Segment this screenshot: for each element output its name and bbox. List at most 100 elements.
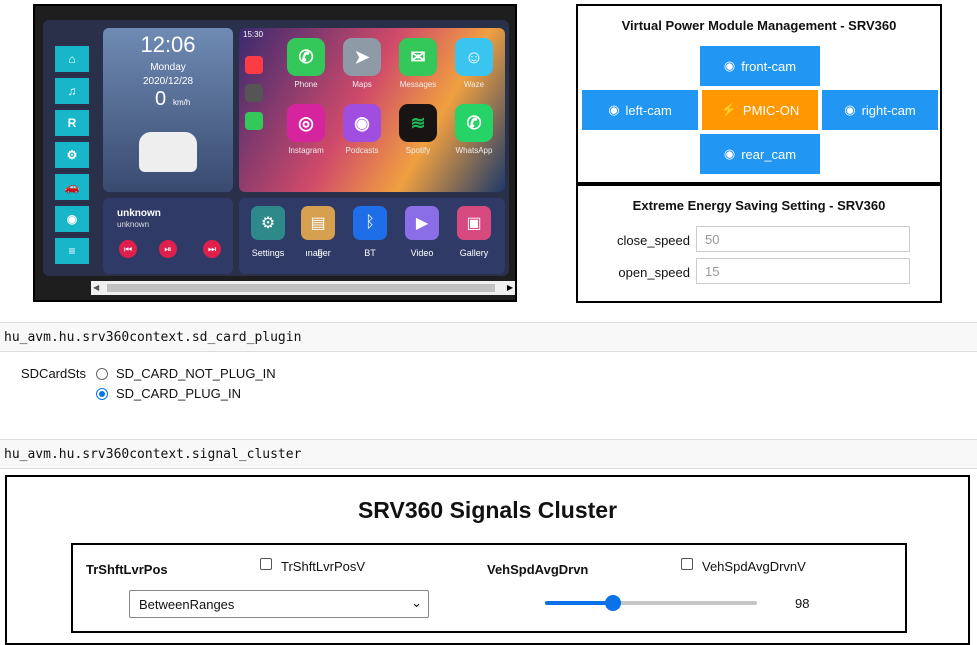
prev-icon[interactable]: ⏮: [119, 240, 137, 258]
camera-icon: ◉: [723, 58, 736, 73]
home-icon[interactable]: ⌂: [55, 46, 89, 72]
trshft-v-label[interactable]: TrShftLvrPosV: [281, 559, 365, 574]
front-cam-label: front-cam: [741, 58, 797, 74]
chevron-down-icon: ⌄: [411, 595, 422, 610]
mini-phone-icon: [245, 112, 263, 130]
menu-icon[interactable]: ≡: [55, 238, 89, 264]
veh-v-checkbox[interactable]: [681, 558, 693, 570]
left-cam-label: left-cam: [625, 102, 672, 118]
energy-title: Extreme Energy Saving Setting - SRV360: [632, 198, 886, 213]
clock: 12:06: [140, 32, 196, 57]
camera-icon[interactable]: ◉: [55, 206, 89, 232]
signal-cluster-panel: SRV360 Signals Cluster TrShftLvrPos TrSh…: [5, 475, 970, 645]
veh-v-label[interactable]: VehSpdAvgDrvnV: [702, 559, 806, 574]
music-icon[interactable]: ♫: [55, 78, 89, 104]
instagram-icon[interactable]: ◎: [287, 104, 325, 142]
messages-icon[interactable]: ✉: [399, 38, 437, 76]
carplay-panel: 15:30 ✆ Phone ➤ Maps ✉ Messages ☺ Waze ◎…: [239, 28, 505, 192]
rear-cam-label: rear_cam: [741, 146, 797, 162]
settings-icon[interactable]: ⚙: [251, 206, 285, 240]
app-label: Messages: [399, 80, 437, 89]
waze-icon[interactable]: ☺: [455, 38, 493, 76]
sd-not-plug-label[interactable]: SD_CARD_NOT_PLUG_IN: [116, 366, 276, 381]
next-icon[interactable]: ⏭: [203, 240, 221, 258]
status-time: 15:30: [243, 30, 264, 39]
trshft-select-value: BetweenRanges: [139, 597, 235, 612]
trshft-v-checkbox[interactable]: [260, 558, 272, 570]
media-panel: unknown unknown ⏮ ⏯ ⏭: [103, 198, 233, 274]
app-label: Spotify: [405, 146, 431, 155]
scroll-right-icon[interactable]: ▶: [507, 283, 513, 292]
veh-label: VehSpdAvgDrvn: [487, 562, 589, 577]
veh-slider-fill: [545, 601, 613, 605]
sd-plug-radio[interactable]: [96, 388, 108, 400]
car-icon[interactable]: 🚗: [55, 174, 89, 200]
sd-card-code-bar: hu_avm.hu.srv360context.sd_card_plugin: [0, 322, 977, 352]
open-speed-input[interactable]: 15: [696, 258, 910, 284]
date: 2020/12/28: [142, 76, 194, 87]
app-label: Podcasts: [345, 146, 379, 155]
plug-icon: ⚡: [720, 102, 737, 117]
gear-icon[interactable]: ⚙: [55, 142, 89, 168]
energy-panel: Extreme Energy Saving Setting - SRV360 c…: [576, 184, 942, 303]
bottom-app-label: BT: [364, 248, 376, 258]
maps-icon[interactable]: ➤: [343, 38, 381, 76]
open-speed-label: open_speed: [618, 265, 690, 280]
front-cam-button[interactable]: ◉ front-cam: [700, 46, 820, 86]
speed-unit: km/h: [173, 98, 191, 107]
camera-icon: ◉: [844, 102, 856, 117]
signal-cluster-code-bar: hu_avm.hu.srv360context.signal_cluster: [0, 439, 977, 469]
right-cam-button[interactable]: ◉ right-cam: [822, 90, 938, 130]
sd-not-plug-radio[interactable]: [96, 368, 108, 380]
trshft-label: TrShftLvrPos: [86, 562, 168, 577]
app-label: WhatsApp: [455, 146, 493, 155]
right-cam-label: right-cam: [861, 102, 916, 118]
sdcard-label: SDCardSts: [21, 366, 87, 381]
podcasts-icon[interactable]: ◉: [343, 104, 381, 142]
camera-icon: ◉: [723, 146, 736, 161]
phone-icon[interactable]: ✆: [287, 38, 325, 76]
signal-cluster-title: SRV360 Signals Cluster: [357, 497, 618, 523]
gallery-icon[interactable]: ▣: [457, 206, 491, 240]
play-icon[interactable]: ⏯: [159, 240, 177, 258]
media-title: unknown: [117, 208, 161, 219]
speed-value: 0: [155, 88, 167, 110]
close-speed-input[interactable]: 50: [696, 226, 910, 252]
rear-cam-button[interactable]: ◉ rear_cam: [700, 134, 820, 174]
car-image: [139, 132, 197, 172]
close-speed-label: close_speed: [617, 233, 690, 248]
app-label: Waze: [463, 80, 485, 89]
left-cam-button[interactable]: ◉ left-cam: [582, 90, 698, 130]
app-label: Phone: [294, 80, 318, 89]
day: Monday: [150, 62, 186, 73]
hu-screenshot: ⌂ ♫ R ⚙ 🚗 ◉ ≡ 12:06 Monday 2020/12/28 0 …: [33, 4, 517, 302]
signal-inner-box: TrShftLvrPos TrShftLvrPosV BetweenRanges…: [71, 543, 907, 633]
bluetooth-icon[interactable]: ᛒ: [353, 206, 387, 240]
app-label: Maps: [352, 80, 372, 89]
scroll-left-icon[interactable]: ◀: [93, 283, 99, 292]
veh-slider-track[interactable]: [545, 595, 757, 611]
app-label: Instagram: [288, 146, 324, 155]
bottom-app-label: Video: [410, 248, 434, 258]
spotify-icon[interactable]: ≋: [399, 104, 437, 142]
reverse-button[interactable]: R: [55, 110, 89, 136]
vpm-title: Virtual Power Module Management - SRV360: [621, 18, 897, 33]
pmic-on-button[interactable]: ⚡ PMIC-ON: [702, 90, 818, 130]
trshft-select[interactable]: BetweenRanges ⌄: [129, 590, 429, 618]
scrollbar-thumb[interactable]: [107, 284, 495, 292]
video-icon[interactable]: ▶: [405, 206, 439, 240]
horizontal-scrollbar[interactable]: ◀ ▶: [91, 281, 515, 295]
vpm-panel: Virtual Power Module Management - SRV360…: [576, 4, 942, 184]
camera-icon: ◉: [608, 102, 620, 117]
mini-music-icon: [245, 56, 263, 74]
mini-signal-icon: [245, 84, 263, 102]
bottom-app-label: Gallery: [459, 248, 489, 258]
media-artist: unknown: [117, 220, 150, 229]
pmic-label: PMIC-ON: [742, 102, 800, 118]
bottom-app-label: F: [317, 248, 323, 258]
veh-slider-thumb[interactable]: [605, 595, 621, 611]
sd-plug-label[interactable]: SD_CARD_PLUG_IN: [116, 386, 241, 401]
file-manager-icon[interactable]: ▤: [301, 206, 335, 240]
veh-value: 98: [795, 596, 810, 611]
whatsapp-icon[interactable]: ✆: [455, 104, 493, 142]
